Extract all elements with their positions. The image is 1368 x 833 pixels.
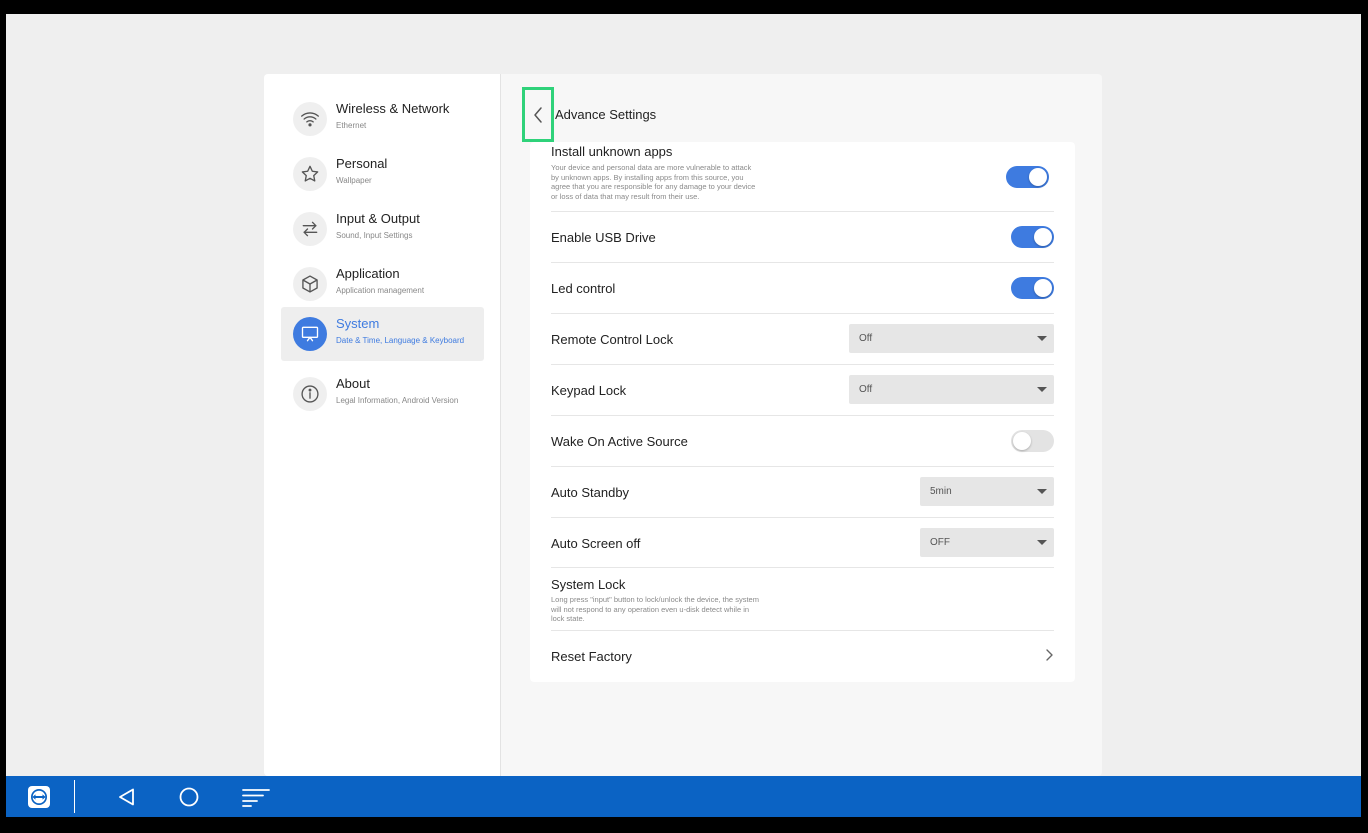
led-control-toggle[interactable] bbox=[1011, 277, 1054, 299]
setting-install-unknown-apps: Install unknown apps Your device and per… bbox=[551, 142, 1054, 212]
sidebar-item-wireless-network[interactable]: Wireless & Network Ethernet bbox=[281, 92, 484, 146]
setting-label: Keypad Lock bbox=[551, 383, 627, 398]
setting-label: Enable USB Drive bbox=[551, 230, 656, 245]
back-button[interactable] bbox=[522, 87, 554, 142]
setting-label: Reset Factory bbox=[551, 649, 632, 664]
sidebar: Wireless & Network Ethernet Personal Wal… bbox=[264, 74, 501, 776]
install-unknown-apps-toggle[interactable] bbox=[1006, 166, 1049, 188]
nav-menu-button[interactable] bbox=[240, 776, 272, 817]
dropdown-caret-icon bbox=[1037, 540, 1047, 545]
setting-label: Led control bbox=[551, 281, 616, 296]
monitor-icon bbox=[293, 317, 327, 351]
setting-auto-standby: Auto Standby 5min bbox=[551, 467, 1054, 518]
select-value: Off bbox=[859, 384, 873, 395]
teamviewer-icon bbox=[28, 785, 50, 808]
sidebar-item-system[interactable]: System Date & Time, Language & Keyboard bbox=[281, 307, 484, 361]
setting-enable-usb-drive: Enable USB Drive bbox=[551, 212, 1054, 263]
setting-auto-screen-off: Auto Screen off OFF bbox=[551, 518, 1054, 568]
setting-remote-control-lock: Remote Control Lock Off bbox=[551, 314, 1054, 365]
chevron-left-icon bbox=[534, 106, 542, 123]
setting-description: Long press "input" button to lock/unlock… bbox=[551, 595, 759, 623]
setting-label: System Lock bbox=[551, 577, 626, 592]
wifi-icon bbox=[293, 102, 327, 136]
setting-wake-on-active-source: Wake On Active Source bbox=[551, 416, 1054, 467]
setting-led-control: Led control bbox=[551, 263, 1054, 314]
dropdown-caret-icon bbox=[1037, 387, 1047, 392]
toggle-knob bbox=[1013, 432, 1031, 450]
setting-keypad-lock: Keypad Lock Off bbox=[551, 365, 1054, 416]
select-value: Off bbox=[859, 333, 873, 344]
wake-on-active-source-toggle[interactable] bbox=[1011, 430, 1054, 452]
info-icon bbox=[293, 377, 327, 411]
sidebar-item-title: About bbox=[336, 376, 370, 391]
dropdown-caret-icon bbox=[1037, 489, 1047, 494]
settings-panel: Wireless & Network Ethernet Personal Wal… bbox=[264, 74, 1102, 776]
dropdown-caret-icon bbox=[1037, 336, 1047, 341]
nav-back-button[interactable] bbox=[115, 776, 139, 817]
sidebar-item-subtitle: Wallpaper bbox=[336, 176, 372, 185]
back-triangle-icon bbox=[119, 788, 134, 805]
taskbar bbox=[6, 776, 1361, 817]
sidebar-item-about[interactable]: About Legal Information, Android Version bbox=[281, 367, 484, 421]
sidebar-item-application[interactable]: Application Application management bbox=[281, 257, 484, 311]
setting-description: Your device and personal data are more v… bbox=[551, 163, 756, 201]
nav-home-button[interactable] bbox=[177, 776, 201, 817]
cube-icon bbox=[293, 267, 327, 301]
sidebar-item-personal[interactable]: Personal Wallpaper bbox=[281, 147, 484, 201]
settings-card: Install unknown apps Your device and per… bbox=[530, 142, 1075, 682]
sidebar-item-title: Wireless & Network bbox=[336, 101, 450, 116]
sidebar-item-title: System bbox=[336, 316, 380, 331]
sidebar-item-subtitle: Application management bbox=[336, 286, 425, 295]
toggle-knob bbox=[1029, 168, 1047, 186]
sidebar-item-input-output[interactable]: Input & Output Sound, Input Settings bbox=[281, 202, 484, 256]
auto-standby-select[interactable]: 5min bbox=[920, 477, 1054, 506]
sidebar-item-title: Application bbox=[336, 266, 400, 281]
home-circle-icon bbox=[179, 787, 199, 806]
sidebar-item-subtitle: Legal Information, Android Version bbox=[336, 396, 459, 405]
auto-screen-off-select[interactable]: OFF bbox=[920, 528, 1054, 557]
keypad-lock-select[interactable]: Off bbox=[849, 375, 1054, 404]
setting-system-lock[interactable]: System Lock Long press "input" button to… bbox=[551, 568, 1054, 631]
select-value: 5min bbox=[930, 486, 952, 497]
setting-label: Auto Standby bbox=[551, 485, 630, 500]
setting-label: Auto Screen off bbox=[551, 536, 641, 551]
taskbar-divider bbox=[74, 780, 75, 813]
teamviewer-button[interactable] bbox=[26, 776, 52, 817]
toggle-knob bbox=[1034, 228, 1052, 246]
sidebar-item-subtitle: Date & Time, Language & Keyboard bbox=[336, 336, 465, 345]
toggle-knob bbox=[1034, 279, 1052, 297]
chevron-right-icon bbox=[1046, 649, 1053, 661]
sidebar-item-title: Personal bbox=[336, 156, 388, 171]
sidebar-item-title: Input & Output bbox=[336, 211, 420, 226]
remote-control-lock-select[interactable]: Off bbox=[849, 324, 1054, 353]
screen: Wireless & Network Ethernet Personal Wal… bbox=[6, 14, 1361, 817]
select-value: OFF bbox=[930, 537, 950, 548]
sidebar-item-subtitle: Ethernet bbox=[336, 121, 367, 130]
setting-label: Wake On Active Source bbox=[551, 434, 688, 449]
setting-reset-factory[interactable]: Reset Factory bbox=[551, 631, 1054, 682]
enable-usb-drive-toggle[interactable] bbox=[1011, 226, 1054, 248]
swap-arrows-icon bbox=[293, 212, 327, 246]
star-icon bbox=[293, 157, 327, 191]
menu-lines-icon bbox=[242, 788, 270, 807]
setting-label: Remote Control Lock bbox=[551, 332, 674, 347]
page-title: Advance Settings bbox=[555, 107, 657, 122]
sidebar-item-subtitle: Sound, Input Settings bbox=[336, 231, 413, 240]
setting-label: Install unknown apps bbox=[551, 144, 673, 159]
